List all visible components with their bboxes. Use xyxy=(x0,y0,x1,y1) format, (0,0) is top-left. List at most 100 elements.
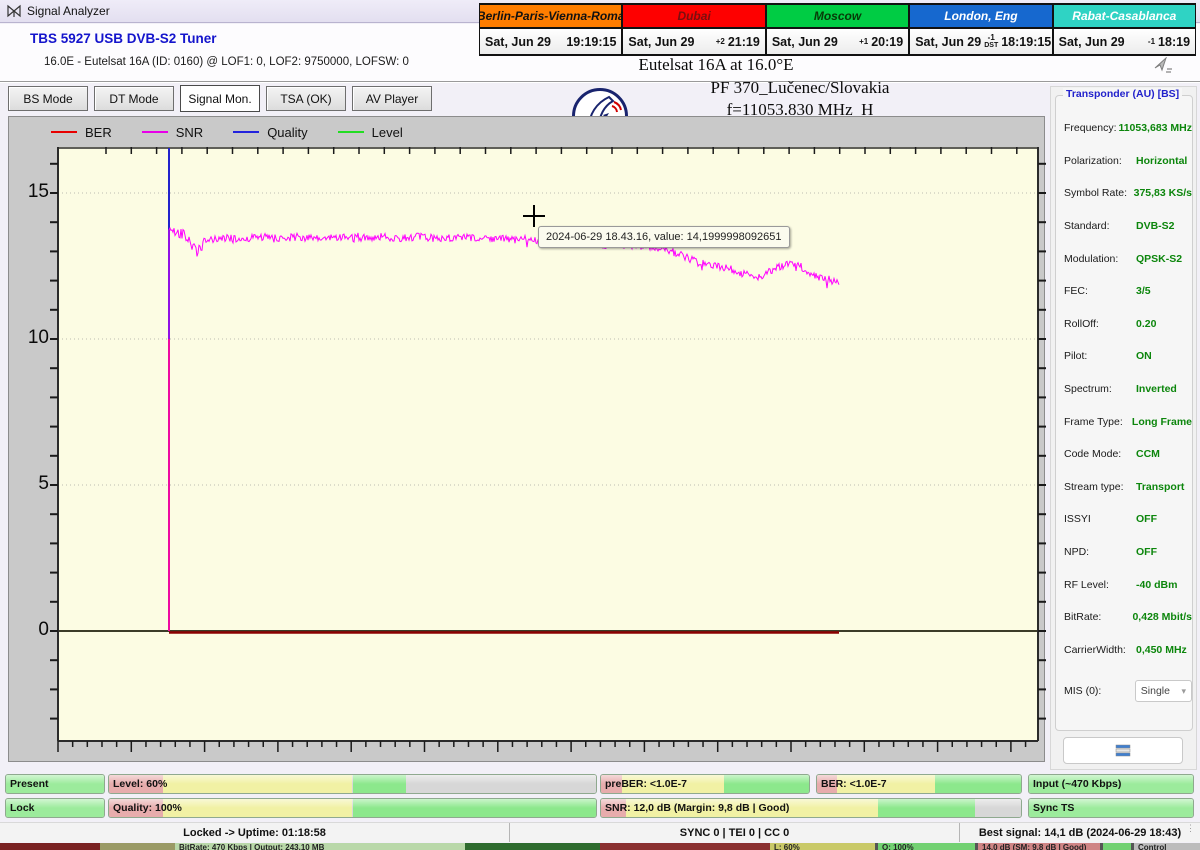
clock-utc-offset: -1 DST xyxy=(984,33,999,50)
background-window-strip: BitRate: 470 Kbps | Output: 243.10 MB L: … xyxy=(0,843,1200,850)
indicator-bar: BER: <1.0E-7 xyxy=(816,774,1022,794)
transponder-row-label: RollOff: xyxy=(1064,317,1099,330)
statusbar: Locked -> Uptime: 01:18:58 SYNC 0 | TEI … xyxy=(0,822,1200,842)
clock-time: 20:19 xyxy=(871,34,904,49)
ts-list-button[interactable] xyxy=(1063,737,1183,764)
transponder-rows: Frequency: 11053,683 MHz Polarization: H… xyxy=(1064,112,1192,666)
header-divider xyxy=(0,81,1200,83)
transponder-row-label: BitRate: xyxy=(1064,611,1102,624)
statusbar-best-signal: Best signal: 14,1 dB (2024-06-29 18:43) xyxy=(978,826,1182,839)
clock-city-label: Dubai xyxy=(623,5,765,29)
transponder-row-label: Frequency: xyxy=(1064,122,1117,135)
mis-dropdown[interactable]: Single ▾ xyxy=(1134,680,1192,703)
transponder-row-label: FEC: xyxy=(1064,285,1088,298)
transponder-row: Pilot: ON xyxy=(1064,340,1192,373)
mode-tabs: BS Mode DT Mode Signal Mon. TSA (OK) AV … xyxy=(8,85,432,112)
transponder-row-label: Stream type: xyxy=(1064,480,1124,493)
tab[interactable]: DT Mode xyxy=(94,86,174,111)
legend-label: SNR xyxy=(175,124,204,140)
transponder-row-label: Symbol Rate: xyxy=(1064,187,1128,200)
indicator-bar: Sync TS xyxy=(1028,798,1194,818)
transponder-row-value: 375,83 KS/s xyxy=(1133,187,1192,200)
transponder-row-label: NPD: xyxy=(1064,546,1090,559)
background-strip-segment: Q: 100% xyxy=(878,843,975,850)
indicator-bar-label: preBER: <1.0E-7 xyxy=(605,778,687,790)
chart-legend: BER SNR Quality Level xyxy=(51,121,403,143)
world-clocks: Berlin-Paris-Vienna-Roma Sat, Jun 29 19:… xyxy=(479,3,1197,56)
transponder-row: ISSYI OFF xyxy=(1064,503,1192,536)
y-axis-tick-label: 0 xyxy=(38,619,49,640)
clock-city-label: Berlin-Paris-Vienna-Roma xyxy=(480,5,622,29)
clock-utc-offset: +2 xyxy=(715,36,725,46)
legend-item: Quality xyxy=(233,124,308,140)
transponder-row-value: OFF xyxy=(1136,546,1157,559)
clock-city-label: London, Eng xyxy=(910,5,1052,29)
chart-tooltip: 2024-06-29 18.43.16, value: 14,199999809… xyxy=(538,226,790,248)
transponder-row-value: 0.20 xyxy=(1136,317,1157,330)
tuner-name: TBS 5927 USB DVB-S2 Tuner xyxy=(30,31,217,46)
indicator-bar: preBER: <1.0E-7 xyxy=(600,774,810,794)
indicator-bar-label: Input (~470 Kbps) xyxy=(1033,778,1122,790)
tuner-settings: 16.0E - Eutelsat 16A (ID: 0160) @ LOF1: … xyxy=(44,56,409,68)
transponder-row: Polarization: Horizontal xyxy=(1064,145,1192,178)
transponder-row-value: 0,450 MHz xyxy=(1136,643,1187,656)
mis-label: MIS (0): xyxy=(1064,685,1102,698)
background-strip-segment xyxy=(465,843,600,850)
transponder-row: Symbol Rate: 375,83 KS/s xyxy=(1064,177,1192,210)
clock: Dubai Sat, Jun 29 +2 21:19 xyxy=(622,3,766,56)
y-axis-tick-label: 10 xyxy=(27,327,49,348)
tab[interactable]: Signal Mon. xyxy=(180,85,260,112)
legend-line-sample xyxy=(141,131,168,133)
transponder-row: Frame Type: Long Frame xyxy=(1064,405,1192,438)
tab[interactable]: AV Player xyxy=(352,86,432,111)
clock: Berlin-Paris-Vienna-Roma Sat, Jun 29 19:… xyxy=(479,3,623,56)
transponder-row-label: Modulation: xyxy=(1064,252,1119,265)
transponder-row-label: Polarization: xyxy=(1064,154,1122,167)
transponder-row-label: Code Mode: xyxy=(1064,448,1122,461)
transponder-row: RollOff: 0.20 xyxy=(1064,308,1192,341)
clock-date: Sat, Jun 29 xyxy=(485,34,551,49)
legend-line-sample xyxy=(233,131,260,133)
cursor-icon xyxy=(1154,57,1172,73)
window-title: Signal Analyzer xyxy=(27,4,110,18)
transponder-row-value: Long Frame xyxy=(1131,415,1192,428)
transponder-row: Code Mode: CCM xyxy=(1064,438,1192,471)
antenna-location-label: PF 370_Lučenec/Slovakia xyxy=(710,78,890,97)
tab[interactable]: TSA (OK) xyxy=(266,86,346,111)
legend-label: Quality xyxy=(267,124,308,140)
clock-city-label: Rabat-Casablanca xyxy=(1053,5,1196,29)
clock-date: Sat, Jun 29 xyxy=(771,34,838,49)
clock: Rabat-Casablanca Sat, Jun 29 -1 18:19 xyxy=(1052,3,1197,56)
transponder-row: Standard: DVB-S2 xyxy=(1064,210,1192,243)
chevron-down-icon: ▾ xyxy=(1181,685,1186,696)
clock-utc-offset: -1 xyxy=(1147,36,1156,46)
clock-time: 21:19 xyxy=(727,34,760,49)
transponder-title: Transponder (AU) [BS] xyxy=(1063,88,1183,100)
indicator-bar-label: Lock xyxy=(10,802,35,814)
clock: Moscow Sat, Jun 29 +1 20:19 xyxy=(765,3,910,56)
background-strip-segment xyxy=(100,843,175,850)
indicator-bar: Input (~470 Kbps) xyxy=(1028,774,1194,794)
resize-grip[interactable]: ⋮⋮ xyxy=(1186,824,1200,840)
legend-line-sample xyxy=(51,131,77,133)
y-axis-tick-label: 15 xyxy=(27,181,49,202)
clock-city-label: Moscow xyxy=(766,5,909,29)
legend-line-sample xyxy=(337,131,364,133)
transponder-row-value: Transport xyxy=(1136,480,1185,493)
clock: London, Eng Sat, Jun 29 -1 DST 18:19:15 xyxy=(909,3,1053,56)
transponder-row: Spectrum: Inverted xyxy=(1064,373,1192,406)
legend-item: SNR xyxy=(141,124,204,140)
mis-selected-value: Single xyxy=(1140,685,1170,698)
clock-date: Sat, Jun 29 xyxy=(915,34,982,49)
legend-label: Level xyxy=(371,124,403,140)
background-strip-segment xyxy=(1103,843,1131,850)
transponder-row-label: RF Level: xyxy=(1064,578,1109,591)
legend-label: BER xyxy=(85,124,112,140)
tab[interactable]: BS Mode xyxy=(8,86,88,111)
transponder-row-value: 11053,683 MHz xyxy=(1118,122,1192,135)
clock-date: Sat, Jun 29 xyxy=(628,34,695,49)
transponder-row: CarrierWidth: 0,450 MHz xyxy=(1064,634,1192,667)
transponder-row: Modulation: QPSK-S2 xyxy=(1064,242,1192,275)
transponder-row-value: DVB-S2 xyxy=(1136,220,1175,233)
indicator-bar-label: Present xyxy=(10,778,49,790)
